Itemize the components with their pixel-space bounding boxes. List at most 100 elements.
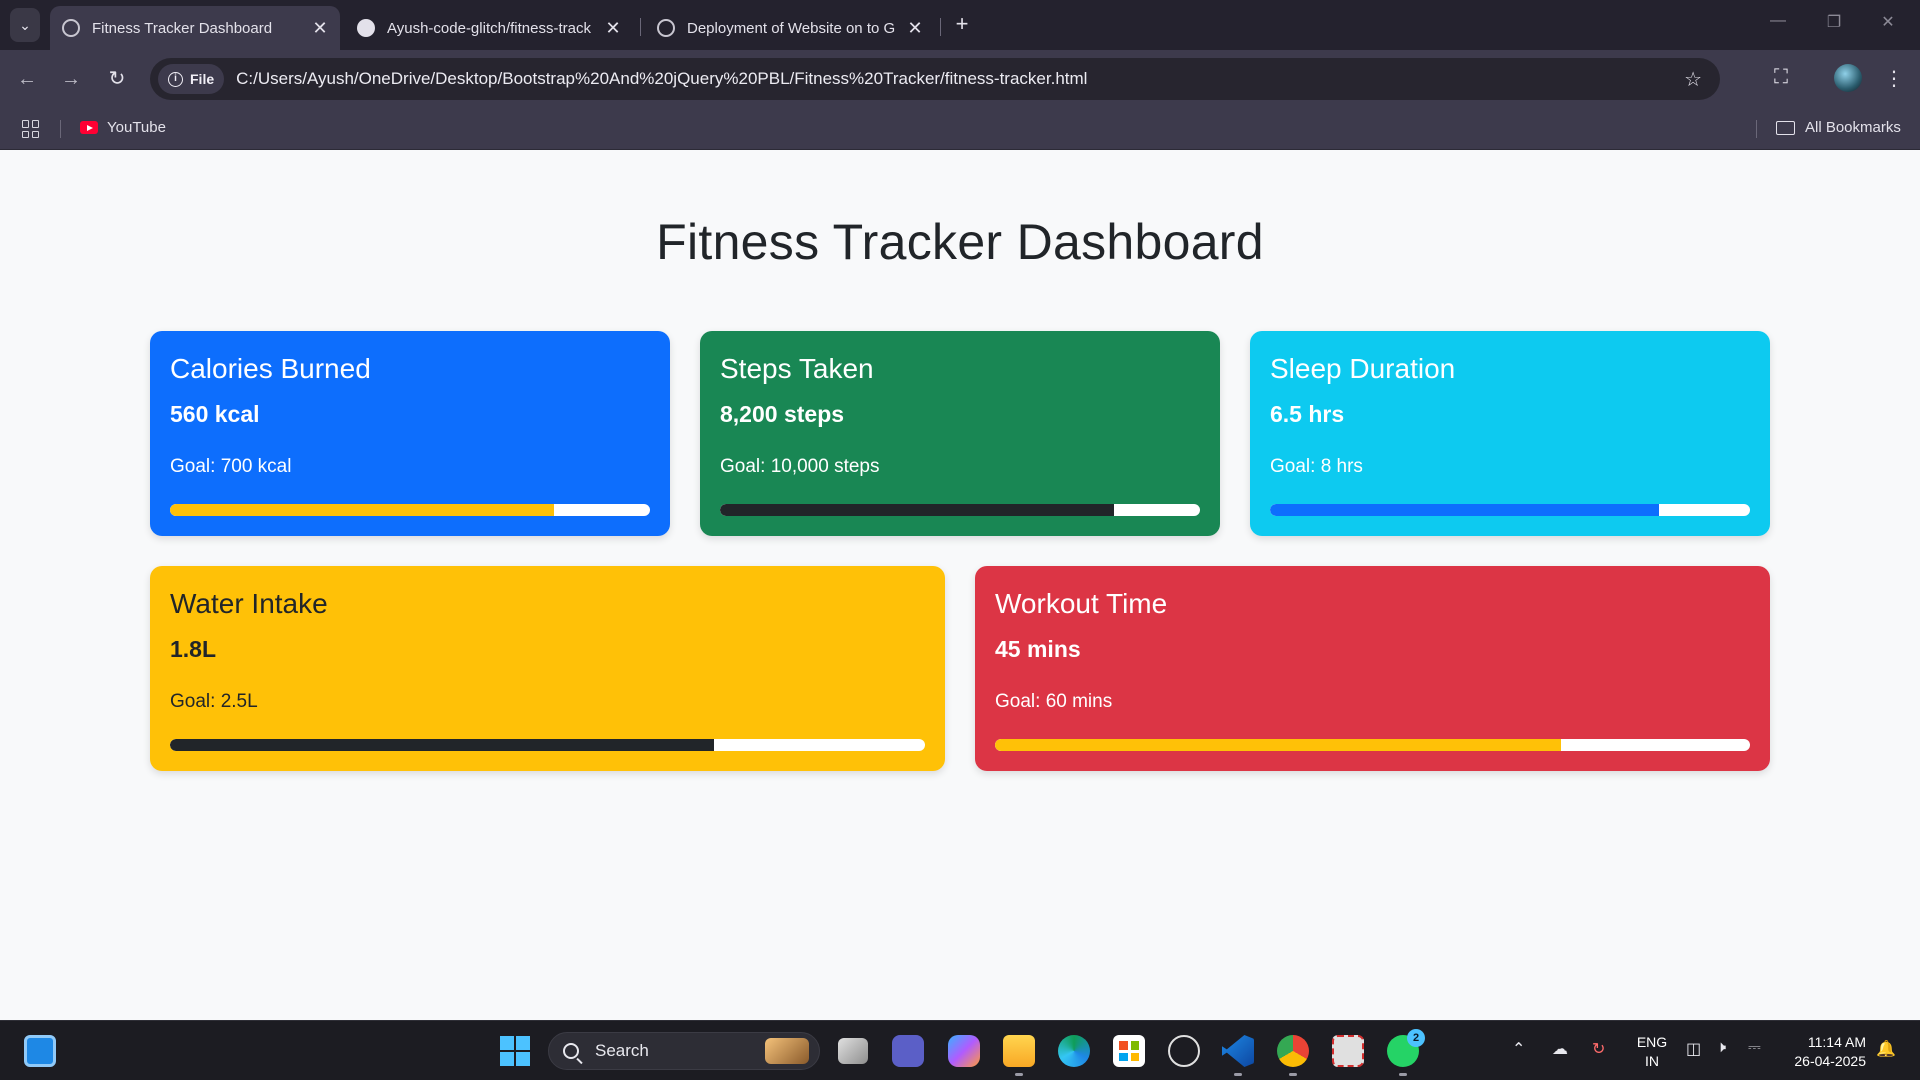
restore-button[interactable]: ❐ <box>1814 12 1854 32</box>
bookmark-star-icon[interactable]: ☆ <box>1684 67 1702 92</box>
close-window-button[interactable]: ✕ <box>1868 12 1908 32</box>
notification-bell-icon[interactable]: 🔔 <box>1876 1039 1896 1059</box>
card-value: 1.8L <box>170 636 217 662</box>
youtube-icon <box>80 121 98 134</box>
progress-bar <box>170 739 925 751</box>
bookmark-youtube[interactable]: YouTube <box>80 119 166 136</box>
progress-fill <box>995 739 1562 751</box>
progress-fill <box>170 504 554 516</box>
volume-muted-icon[interactable]: 🕨 <box>1716 1039 1726 1057</box>
chevron-up-icon[interactable]: ⌃ <box>1512 1039 1525 1059</box>
card-value: 45 mins <box>995 636 1081 662</box>
progress-fill <box>170 739 714 751</box>
bookmarks-divider <box>1756 120 1757 138</box>
region-code: IN <box>1645 1053 1659 1069</box>
store-icon[interactable] <box>1113 1035 1145 1067</box>
site-info-label: File <box>190 71 215 87</box>
vscode-icon[interactable] <box>1222 1035 1254 1067</box>
notification-badge: 2 <box>1407 1029 1425 1047</box>
tab-title: Fitness Tracker Dashboard <box>92 19 273 37</box>
card-goal: Goal: 10,000 steps <box>720 456 880 477</box>
close-icon: ✕ <box>1881 14 1895 31</box>
new-tab-button[interactable]: + <box>950 12 974 38</box>
widgets-icon[interactable] <box>24 1035 56 1067</box>
card-title: Sleep Duration <box>1270 353 1456 384</box>
card-title: Steps Taken <box>720 353 874 384</box>
close-icon[interactable]: ✕ <box>605 18 621 39</box>
apps-grid-icon[interactable] <box>22 120 40 138</box>
minimize-button[interactable]: — <box>1758 12 1798 30</box>
card-workout: Workout Time 45 mins Goal: 60 mins <box>975 566 1770 771</box>
card-calories: Calories Burned 560 kcal Goal: 700 kcal <box>150 331 670 536</box>
forward-button[interactable]: → <box>58 66 84 92</box>
card-title: Water Intake <box>170 588 328 619</box>
battery-icon[interactable]: ⎓ <box>1748 1039 1761 1057</box>
card-value: 8,200 steps <box>720 401 845 427</box>
tab-fitness-tracker[interactable]: Fitness Tracker Dashboard ✕ <box>50 6 340 50</box>
site-info-chip[interactable]: i File <box>158 64 225 94</box>
card-value: 560 kcal <box>170 401 260 427</box>
copilot-icon[interactable] <box>948 1035 980 1067</box>
all-bookmarks-button[interactable]: All Bookmarks <box>1776 119 1901 136</box>
card-goal: Goal: 2.5L <box>170 691 258 712</box>
bookmarks-bar: YouTube All Bookmarks <box>0 108 1920 150</box>
url-text[interactable]: C:/Users/Ayush/OneDrive/Desktop/Bootstra… <box>236 69 1087 89</box>
bookmark-label: YouTube <box>107 119 166 136</box>
tab-divider <box>640 18 641 36</box>
tab-deployment[interactable]: Deployment of Website on to G ✕ <box>645 6 935 50</box>
extensions-button[interactable]: ⛶ <box>1767 66 1795 89</box>
search-label: Search <box>595 1041 649 1060</box>
network-icon[interactable]: ◫ <box>1686 1039 1701 1059</box>
profile-avatar[interactable] <box>1834 64 1862 92</box>
running-indicator <box>1015 1073 1023 1076</box>
browser-menu-button[interactable]: ⋮ <box>1880 66 1908 91</box>
browser-toolbar: ← → ↻ i File C:/Users/Ayush/OneDrive/Des… <box>0 50 1920 108</box>
running-indicator <box>1399 1073 1407 1076</box>
page-content: Fitness Tracker Dashboard Calories Burne… <box>0 151 1920 1020</box>
tab-title: Ayush-code-glitch/fitness-track <box>387 19 591 37</box>
teams-icon[interactable] <box>892 1035 924 1067</box>
sync-icon[interactable]: ↻ <box>1592 1039 1605 1059</box>
globe-icon <box>657 19 675 37</box>
card-sleep: Sleep Duration 6.5 hrs Goal: 8 hrs <box>1250 331 1770 536</box>
tab-github[interactable]: Ayush-code-glitch/fitness-track ✕ <box>345 6 635 50</box>
edge-icon[interactable] <box>1058 1035 1090 1067</box>
chrome-icon[interactable] <box>1277 1035 1309 1067</box>
windows-start-icon[interactable] <box>500 1036 530 1066</box>
close-icon[interactable]: ✕ <box>907 18 923 39</box>
progress-bar <box>170 504 650 516</box>
reload-button[interactable]: ↻ <box>104 66 130 92</box>
arrow-right-icon: → <box>61 68 81 90</box>
search-icon <box>563 1043 579 1059</box>
language-indicator[interactable]: ENG IN <box>1632 1033 1672 1071</box>
more-vertical-icon: ⋮ <box>1884 68 1904 90</box>
folder-icon <box>1776 120 1795 135</box>
tab-title: Deployment of Website on to G <box>687 19 896 37</box>
cloud-off-icon[interactable]: ☁ <box>1552 1039 1568 1059</box>
progress-bar <box>720 504 1200 516</box>
address-bar[interactable]: i File C:/Users/Ayush/OneDrive/Desktop/B… <box>150 58 1720 100</box>
page-title: Fitness Tracker Dashboard <box>656 214 1264 270</box>
all-bookmarks-label: All Bookmarks <box>1805 119 1901 136</box>
plus-icon: + <box>955 11 969 36</box>
taskbar-search[interactable]: Search <box>548 1032 820 1070</box>
puzzle-icon: ⛶ <box>1774 66 1788 88</box>
tab-strip: ⌄ Fitness Tracker Dashboard ✕ Ayush-code… <box>0 0 1920 50</box>
close-icon[interactable]: ✕ <box>312 18 328 39</box>
clock-time: 11:14 AM <box>1807 1034 1866 1050</box>
search-highlight-icon <box>765 1038 809 1064</box>
system-clock[interactable]: 11:14 AM 26-04-2025 <box>1780 1033 1866 1071</box>
clock-date: 26-04-2025 <box>1794 1053 1866 1069</box>
minimize-icon: — <box>1770 12 1786 29</box>
file-explorer-icon[interactable] <box>1003 1035 1035 1067</box>
progress-bar <box>1270 504 1750 516</box>
back-button[interactable]: ← <box>14 66 40 92</box>
dell-icon[interactable] <box>1168 1035 1200 1067</box>
reload-icon: ↻ <box>108 68 126 90</box>
snipping-tool-icon[interactable] <box>1332 1035 1364 1067</box>
tab-search-button[interactable]: ⌄ <box>10 8 40 42</box>
task-view-icon[interactable] <box>838 1038 868 1064</box>
arrow-left-icon: ← <box>17 68 37 90</box>
card-goal: Goal: 700 kcal <box>170 456 292 477</box>
progress-fill <box>720 504 1114 516</box>
